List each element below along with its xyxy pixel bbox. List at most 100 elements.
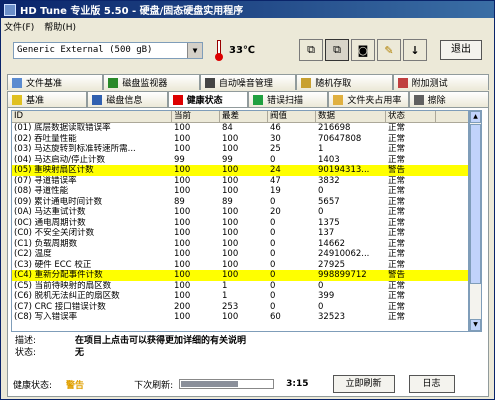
menu-file[interactable]: 文件(F) — [4, 20, 34, 33]
table-row[interactable]: (03) 马达旋转到标准转速所需... 100 100 25 1 正常 — [12, 144, 468, 155]
refresh-now-button[interactable]: 立即刷新 — [332, 375, 395, 393]
table-row[interactable]: (04) 马达启动/停止计数 99 99 0 1403 正常 — [12, 155, 468, 166]
header-id[interactable]: ID — [12, 111, 172, 122]
cell-status: 警告 — [388, 270, 406, 280]
tab-random-access[interactable]: 随机存取 — [296, 74, 393, 90]
thermometer-icon — [215, 40, 223, 61]
cell-threshold: 30 — [270, 133, 281, 144]
tab-aam[interactable]: 自动噪音管理 — [199, 74, 297, 90]
table-row[interactable]: (02) 吞吐量性能 100 100 30 70647808 正常 — [12, 134, 468, 145]
scroll-down-icon[interactable]: ▼ — [470, 319, 481, 331]
options-button[interactable]: ✎ — [377, 39, 401, 61]
cell-data: 1375 — [318, 217, 340, 228]
header-threshold[interactable]: 阀值 — [268, 111, 316, 122]
app-window: HD Tune 专业版 5.50 - 硬盘/固态硬盘实用程序 文件(F) 帮助(… — [0, 0, 495, 400]
header-status[interactable]: 状态 — [386, 111, 436, 122]
header-worst[interactable]: 最差 — [220, 111, 268, 122]
cell-id: (C1) 负载周期数 — [14, 238, 78, 249]
tab-disk-monitor[interactable]: 磁盘监视器 — [103, 74, 200, 90]
table-row[interactable]: (0C) 通电周期计数 100 100 0 1375 正常 — [12, 218, 468, 229]
cell-id: (08) 寻道性能 — [14, 186, 69, 196]
error-scan-icon — [252, 94, 263, 105]
status-label: 状态: — [15, 348, 37, 358]
table-row[interactable]: (08) 寻道性能 100 100 19 0 正常 — [12, 186, 468, 197]
scroll-thumb[interactable] — [470, 124, 481, 284]
cell-threshold: 0 — [270, 217, 276, 228]
cell-current: 100 — [174, 207, 191, 217]
table-row[interactable]: (09) 累计通电时间计数 89 89 0 5657 正常 — [12, 197, 468, 208]
cell-threshold: 0 — [270, 280, 276, 291]
toolbar: Generic External (500 gB) ▼ 33℃ ⧉ ⧉ ◙ ✎ … — [1, 34, 494, 66]
cell-id: (03) 马达旋转到标准转速所需... — [14, 144, 136, 154]
cell-status: 正常 — [388, 280, 406, 291]
table-row[interactable]: (05) 重映射扇区计数 100 100 24 90194313... 警告 — [12, 165, 468, 176]
tab-folder-usage[interactable]: 文件夹占用率 — [328, 91, 409, 107]
table-row[interactable]: (C0) 不安全关闭计数 100 100 0 137 正常 — [12, 228, 468, 239]
header-current[interactable]: 当前 — [172, 111, 220, 122]
cell-worst: 100 — [222, 312, 239, 322]
header-data[interactable]: 数据 — [316, 111, 386, 122]
cell-id: (C6) 脱机无法纠正的扇区数 — [14, 291, 120, 301]
tab-file-benchmark[interactable]: 文件基准 — [7, 74, 104, 90]
refresh-progress — [179, 379, 275, 389]
tab-benchmark[interactable]: 基准 — [7, 91, 88, 107]
tab-extra-tests[interactable]: 附加测试 — [392, 74, 490, 90]
table-header: ID 当前 最差 阀值 数据 状态 — [12, 111, 468, 123]
cell-status: 正常 — [388, 217, 406, 228]
table-row[interactable]: (01) 底层数据读取错误率 100 84 46 216698 正常 — [12, 123, 468, 134]
exit-button[interactable]: 退出 — [440, 40, 482, 60]
table-row[interactable]: (C6) 脱机无法纠正的扇区数 100 1 0 399 正常 — [12, 291, 468, 302]
options-icon: ✎ — [384, 43, 394, 57]
smart-table: ID 当前 最差 阀值 数据 状态 (01) 底层数据读取错误率 100 84 46 2… — [11, 110, 469, 332]
table-scrollbar[interactable]: ▲ ▼ — [469, 110, 482, 332]
cell-worst: 100 — [222, 165, 239, 175]
table-row[interactable]: (C8) 写入错误率 100 100 60 32523 正常 — [12, 312, 468, 323]
desc-label: 描述: — [15, 336, 37, 346]
benchmark-icon — [12, 94, 22, 105]
copy-all-button[interactable]: ⧉ — [325, 39, 349, 61]
app-icon — [4, 3, 16, 16]
table-row[interactable]: (C2) 温度 100 100 0 24910062... 正常 — [12, 249, 468, 260]
screenshot-button[interactable]: ◙ — [351, 39, 375, 61]
cell-data: 5657 — [318, 196, 340, 207]
cell-current: 100 — [174, 165, 191, 175]
cell-worst: 100 — [222, 228, 239, 238]
chevron-down-icon[interactable]: ▼ — [187, 43, 202, 58]
cell-status: 正常 — [388, 238, 406, 249]
table-row[interactable]: (C4) 重新分配事件计数 100 100 0 998899712 警告 — [12, 270, 468, 281]
cell-worst: 84 — [222, 123, 233, 133]
cell-data: 90194313... — [318, 165, 370, 175]
tab-error-scan[interactable]: 错误扫描 — [247, 91, 329, 107]
table-row[interactable]: (C1) 负载周期数 100 100 0 14662 正常 — [12, 239, 468, 250]
tab-health[interactable]: 健康状态 — [167, 91, 248, 107]
cell-threshold: 0 — [270, 259, 276, 270]
tab-erase[interactable]: 擦除 — [408, 91, 489, 107]
details-area: 描述: 在项目上点击可以获得更加详细的有关说明 状态: 无 — [15, 335, 246, 359]
drive-select[interactable]: Generic External (500 gB) ▼ — [13, 42, 203, 59]
menu-help[interactable]: 帮助(H) — [44, 20, 76, 33]
tab-info[interactable]: 磁盘信息 — [87, 91, 168, 107]
table-row[interactable]: (07) 寻道错误率 100 100 47 3832 正常 — [12, 176, 468, 187]
table-row[interactable]: (C5) 当前待映射的扇区数 100 1 0 0 正常 — [12, 281, 468, 292]
table-row[interactable]: (0A) 马达重试计数 100 100 20 0 正常 — [12, 207, 468, 218]
cell-current: 200 — [174, 301, 191, 312]
cell-data: 24910062... — [318, 249, 370, 259]
cell-status: 正常 — [388, 175, 406, 186]
scroll-up-icon[interactable]: ▲ — [470, 111, 481, 123]
cell-current: 100 — [174, 270, 191, 280]
table-row[interactable]: (C3) 硬件 ECC 校正 100 100 0 27925 正常 — [12, 260, 468, 271]
save-button[interactable]: ↓ — [403, 39, 427, 61]
cell-threshold: 60 — [270, 312, 281, 322]
log-button[interactable]: 日志 — [408, 375, 455, 393]
cell-data: 3832 — [318, 175, 340, 186]
cell-id: (09) 累计通电时间计数 — [14, 196, 103, 207]
status-value: 无 — [75, 348, 85, 358]
refresh-progress-fill — [181, 381, 238, 387]
status-bar: 健康状态: 警告 下次刷新: 3:15 立即刷新 日志 — [13, 375, 483, 393]
table-row[interactable]: (C7) CRC 接口错误计数 200 253 0 0 正常 — [12, 302, 468, 313]
copy-text-button[interactable]: ⧉ — [299, 39, 323, 61]
cell-current: 99 — [174, 154, 185, 165]
cell-worst: 100 — [222, 186, 239, 196]
tab-row-2: 基准 磁盘信息 健康状态 错误扫描 文件夹占用率 擦除 — [7, 91, 489, 107]
info-icon — [92, 94, 103, 105]
